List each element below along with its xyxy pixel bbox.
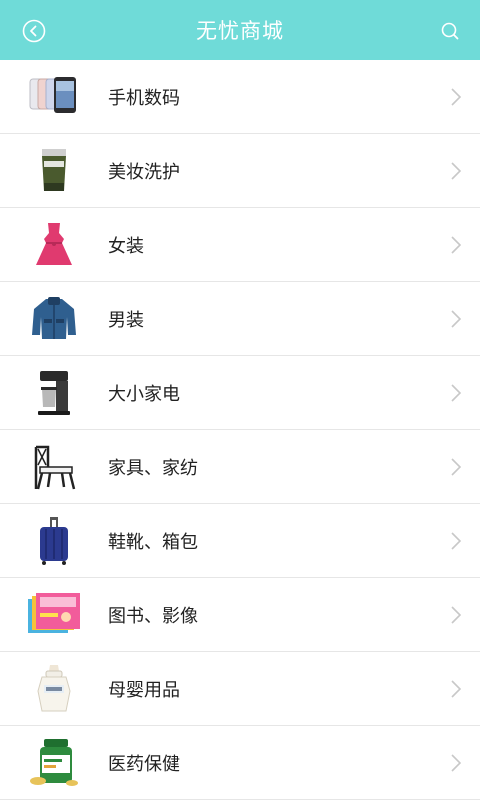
category-row-dress[interactable]: 女装	[0, 208, 480, 282]
cosmetics-tube-icon	[26, 143, 82, 199]
medicine-bottle-icon	[26, 735, 82, 791]
chair-icon	[26, 439, 82, 495]
jacket-icon	[26, 291, 82, 347]
chevron-right-icon	[451, 680, 462, 698]
phones-icon	[26, 69, 82, 125]
category-row-luggage[interactable]: 鞋靴、箱包	[0, 504, 480, 578]
chevron-right-icon	[451, 162, 462, 180]
coffee-maker-icon	[26, 365, 82, 421]
dress-icon	[26, 217, 82, 273]
chevron-right-icon	[451, 88, 462, 106]
category-label: 女装	[108, 235, 144, 257]
chevron-right-icon	[451, 458, 462, 476]
back-circle-icon[interactable]	[22, 19, 46, 43]
category-label: 大小家电	[108, 383, 180, 405]
books-icon	[26, 587, 82, 643]
category-label: 图书、影像	[108, 605, 198, 627]
category-list: 手机数码 美妆洗护 女装 男装 大小家电 家具、家纺 鞋靴、箱包 图书、影像 母…	[0, 60, 480, 800]
chevron-right-icon	[451, 236, 462, 254]
page-title: 无忧商城	[196, 19, 284, 43]
category-row-medicine[interactable]: 医药保健	[0, 726, 480, 800]
category-row-books[interactable]: 图书、影像	[0, 578, 480, 652]
chevron-right-icon	[451, 310, 462, 328]
category-row-baby[interactable]: 母婴用品	[0, 652, 480, 726]
category-row-furniture[interactable]: 家具、家纺	[0, 430, 480, 504]
chevron-right-icon	[451, 754, 462, 772]
chevron-right-icon	[451, 606, 462, 624]
category-label: 美妆洗护	[108, 161, 180, 183]
baby-bottle-icon	[26, 661, 82, 717]
category-row-cosmetics[interactable]: 美妆洗护	[0, 134, 480, 208]
chevron-right-icon	[451, 532, 462, 550]
chevron-right-icon	[451, 384, 462, 402]
category-label: 男装	[108, 309, 144, 331]
category-label: 手机数码	[108, 87, 180, 109]
category-label: 母婴用品	[108, 679, 180, 701]
category-label: 医药保健	[108, 753, 180, 775]
category-label: 家具、家纺	[108, 457, 198, 479]
top-bar: 无忧商城	[0, 0, 480, 60]
category-row-phones[interactable]: 手机数码	[0, 60, 480, 134]
category-row-jacket[interactable]: 男装	[0, 282, 480, 356]
category-label: 鞋靴、箱包	[108, 531, 198, 553]
suitcase-icon	[26, 513, 82, 569]
category-row-appliances[interactable]: 大小家电	[0, 356, 480, 430]
search-icon[interactable]	[440, 21, 460, 41]
